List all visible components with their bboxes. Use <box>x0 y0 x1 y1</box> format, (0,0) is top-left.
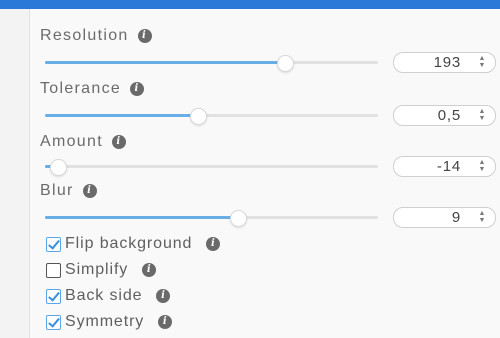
back-side-label[interactable]: Back side <box>65 287 142 305</box>
window-top-bar <box>0 0 500 9</box>
flip-background-label[interactable]: Flip background <box>65 235 192 253</box>
resolution-slider[interactable] <box>45 55 378 72</box>
stepper-down-icon[interactable]: ▼ <box>479 217 486 224</box>
stepper-down-icon[interactable]: ▼ <box>479 62 486 69</box>
tolerance-slider[interactable] <box>45 108 378 125</box>
symmetry-info-icon[interactable]: i <box>158 315 173 329</box>
tolerance-info-icon[interactable]: i <box>130 82 145 96</box>
simplify-checkbox[interactable] <box>46 262 61 278</box>
resolution-label: Resolution <box>40 27 129 44</box>
simplify-label[interactable]: Simplify <box>65 261 128 279</box>
tolerance-slider-fill <box>45 114 199 117</box>
blur-stepper-icon[interactable]: ▲ ▼ <box>477 210 487 225</box>
blur-slider[interactable] <box>45 210 378 227</box>
tolerance-value: 0,5 <box>437 107 461 124</box>
resolution-slider-thumb[interactable] <box>276 55 294 72</box>
resolution-value: 193 <box>433 54 461 71</box>
flip-background-info-icon[interactable]: i <box>206 237 221 251</box>
blur-value: 9 <box>451 209 461 226</box>
stepper-down-icon[interactable]: ▼ <box>479 115 486 122</box>
blur-label: Blur <box>40 182 74 199</box>
stepper-up-icon[interactable]: ▲ <box>479 159 486 166</box>
amount-info-icon[interactable]: i <box>111 135 126 149</box>
amount-label: Amount <box>40 133 103 150</box>
resolution-stepper-icon[interactable]: ▲ ▼ <box>477 55 487 70</box>
symmetry-checkbox[interactable] <box>46 314 61 330</box>
blur-spinbox[interactable]: 9 ▲ ▼ <box>393 207 496 228</box>
simplify-option[interactable]: Simplify i <box>46 261 157 279</box>
resolution-slider-fill <box>45 61 285 64</box>
blur-label-row: Blur i <box>40 182 97 200</box>
flip-background-option[interactable]: Flip background i <box>46 235 221 253</box>
back-side-option[interactable]: Back side i <box>46 287 171 305</box>
stepper-up-icon[interactable]: ▲ <box>479 210 486 217</box>
symmetry-label[interactable]: Symmetry <box>65 313 144 331</box>
flip-background-checkbox[interactable] <box>46 236 61 252</box>
amount-slider[interactable] <box>45 159 378 176</box>
resolution-label-row: Resolution i <box>40 27 152 45</box>
tolerance-spinbox[interactable]: 0,5 ▲ ▼ <box>393 105 496 126</box>
stepper-down-icon[interactable]: ▼ <box>479 166 486 173</box>
tolerance-label: Tolerance <box>40 80 122 97</box>
tolerance-label-row: Tolerance i <box>40 80 145 98</box>
blur-slider-thumb[interactable] <box>230 210 248 227</box>
blur-info-icon[interactable]: i <box>82 184 97 198</box>
simplify-info-icon[interactable]: i <box>142 263 157 277</box>
amount-value: -14 <box>436 158 461 175</box>
resolution-info-icon[interactable]: i <box>137 29 152 43</box>
back-side-checkbox[interactable] <box>46 288 61 304</box>
amount-stepper-icon[interactable]: ▲ ▼ <box>477 159 487 174</box>
symmetry-option[interactable]: Symmetry i <box>46 313 173 331</box>
tolerance-slider-thumb[interactable] <box>190 108 208 125</box>
resolution-spinbox[interactable]: 193 ▲ ▼ <box>393 52 496 73</box>
amount-spinbox[interactable]: -14 ▲ ▼ <box>393 156 496 177</box>
stepper-up-icon[interactable]: ▲ <box>479 108 486 115</box>
tolerance-stepper-icon[interactable]: ▲ ▼ <box>477 108 487 123</box>
amount-label-row: Amount i <box>40 133 126 151</box>
stepper-up-icon[interactable]: ▲ <box>479 55 486 62</box>
amount-slider-thumb[interactable] <box>50 159 68 176</box>
blur-slider-fill <box>45 216 239 219</box>
back-side-info-icon[interactable]: i <box>156 289 171 303</box>
